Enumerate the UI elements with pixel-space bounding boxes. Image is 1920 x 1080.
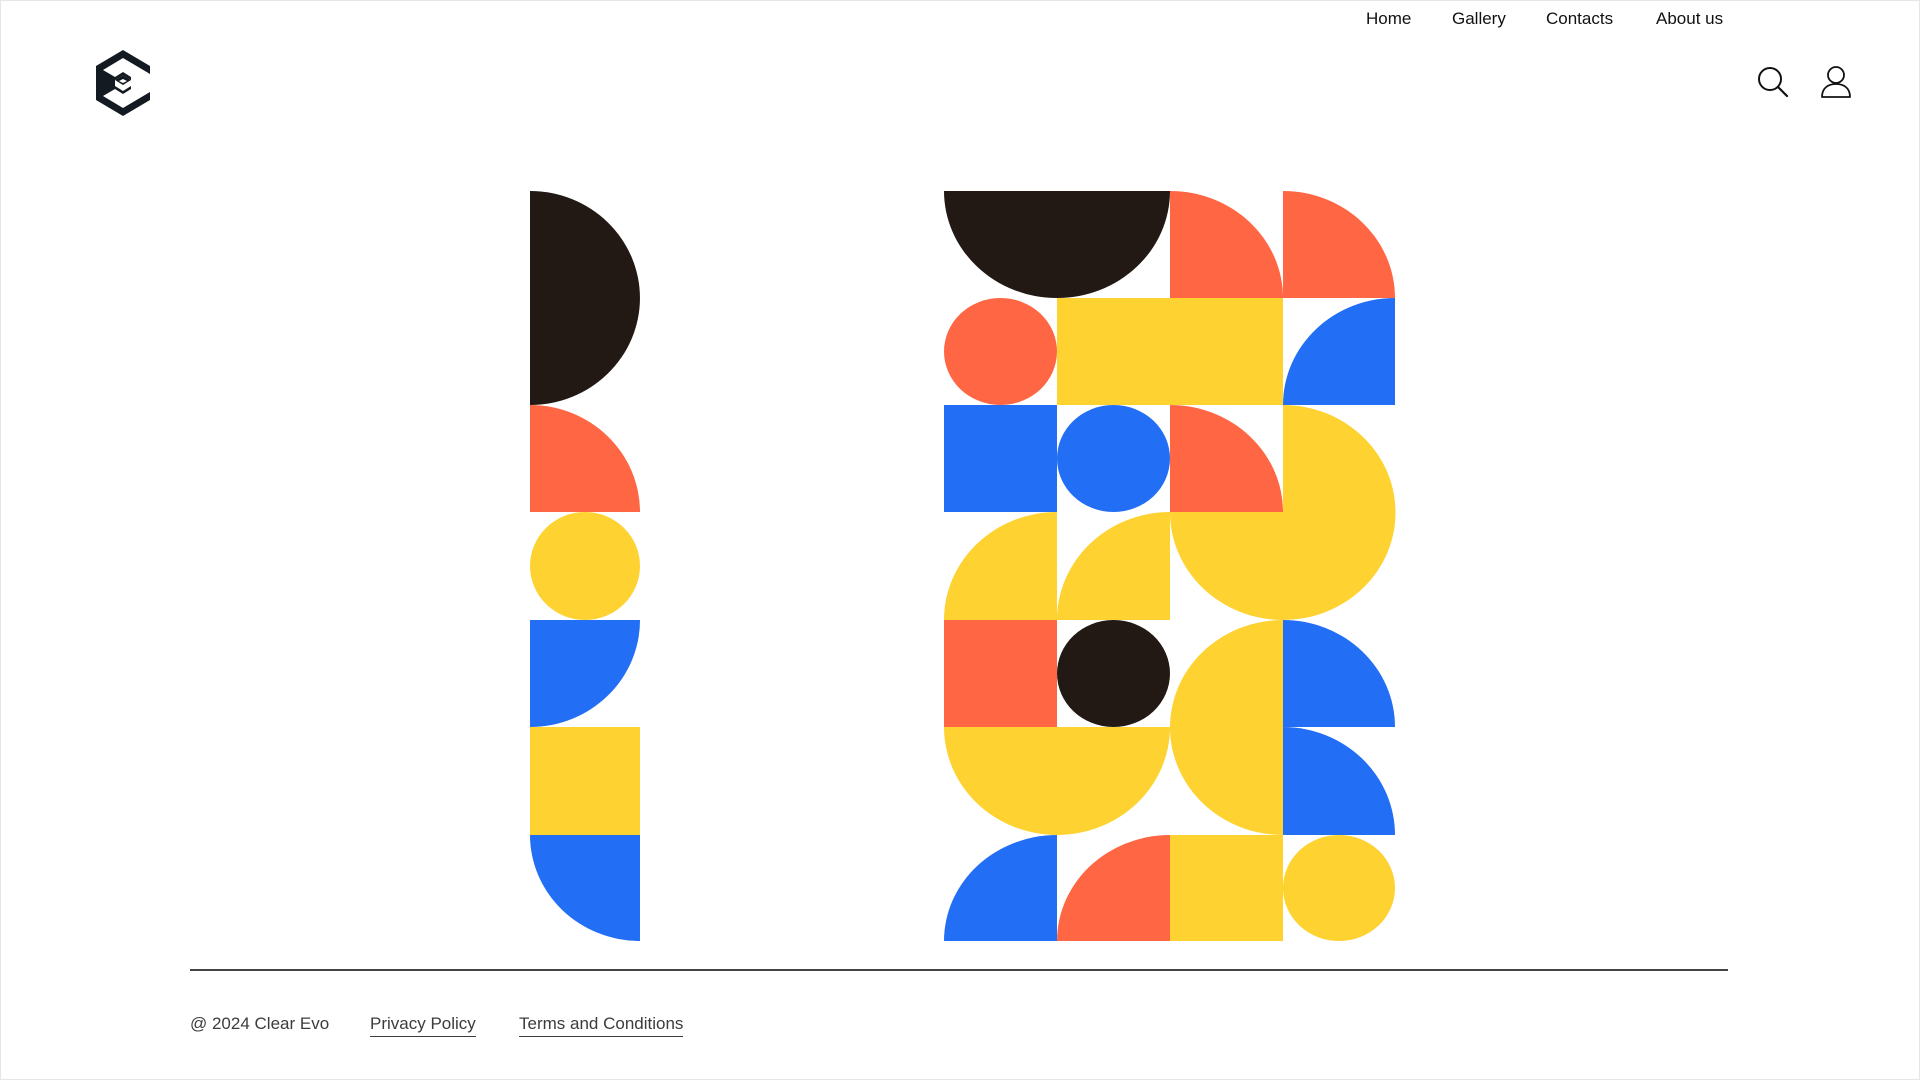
privacy-policy-link[interactable]: Privacy Policy bbox=[370, 1014, 476, 1037]
footer-divider bbox=[190, 969, 1728, 971]
geometric-artwork bbox=[530, 191, 1396, 941]
page: Home Gallery Contacts About us @ 2024 Cl… bbox=[0, 0, 1920, 1080]
copyright-text: @ 2024 Clear Evo bbox=[190, 1014, 330, 1033]
terms-conditions-link[interactable]: Terms and Conditions bbox=[519, 1014, 684, 1037]
